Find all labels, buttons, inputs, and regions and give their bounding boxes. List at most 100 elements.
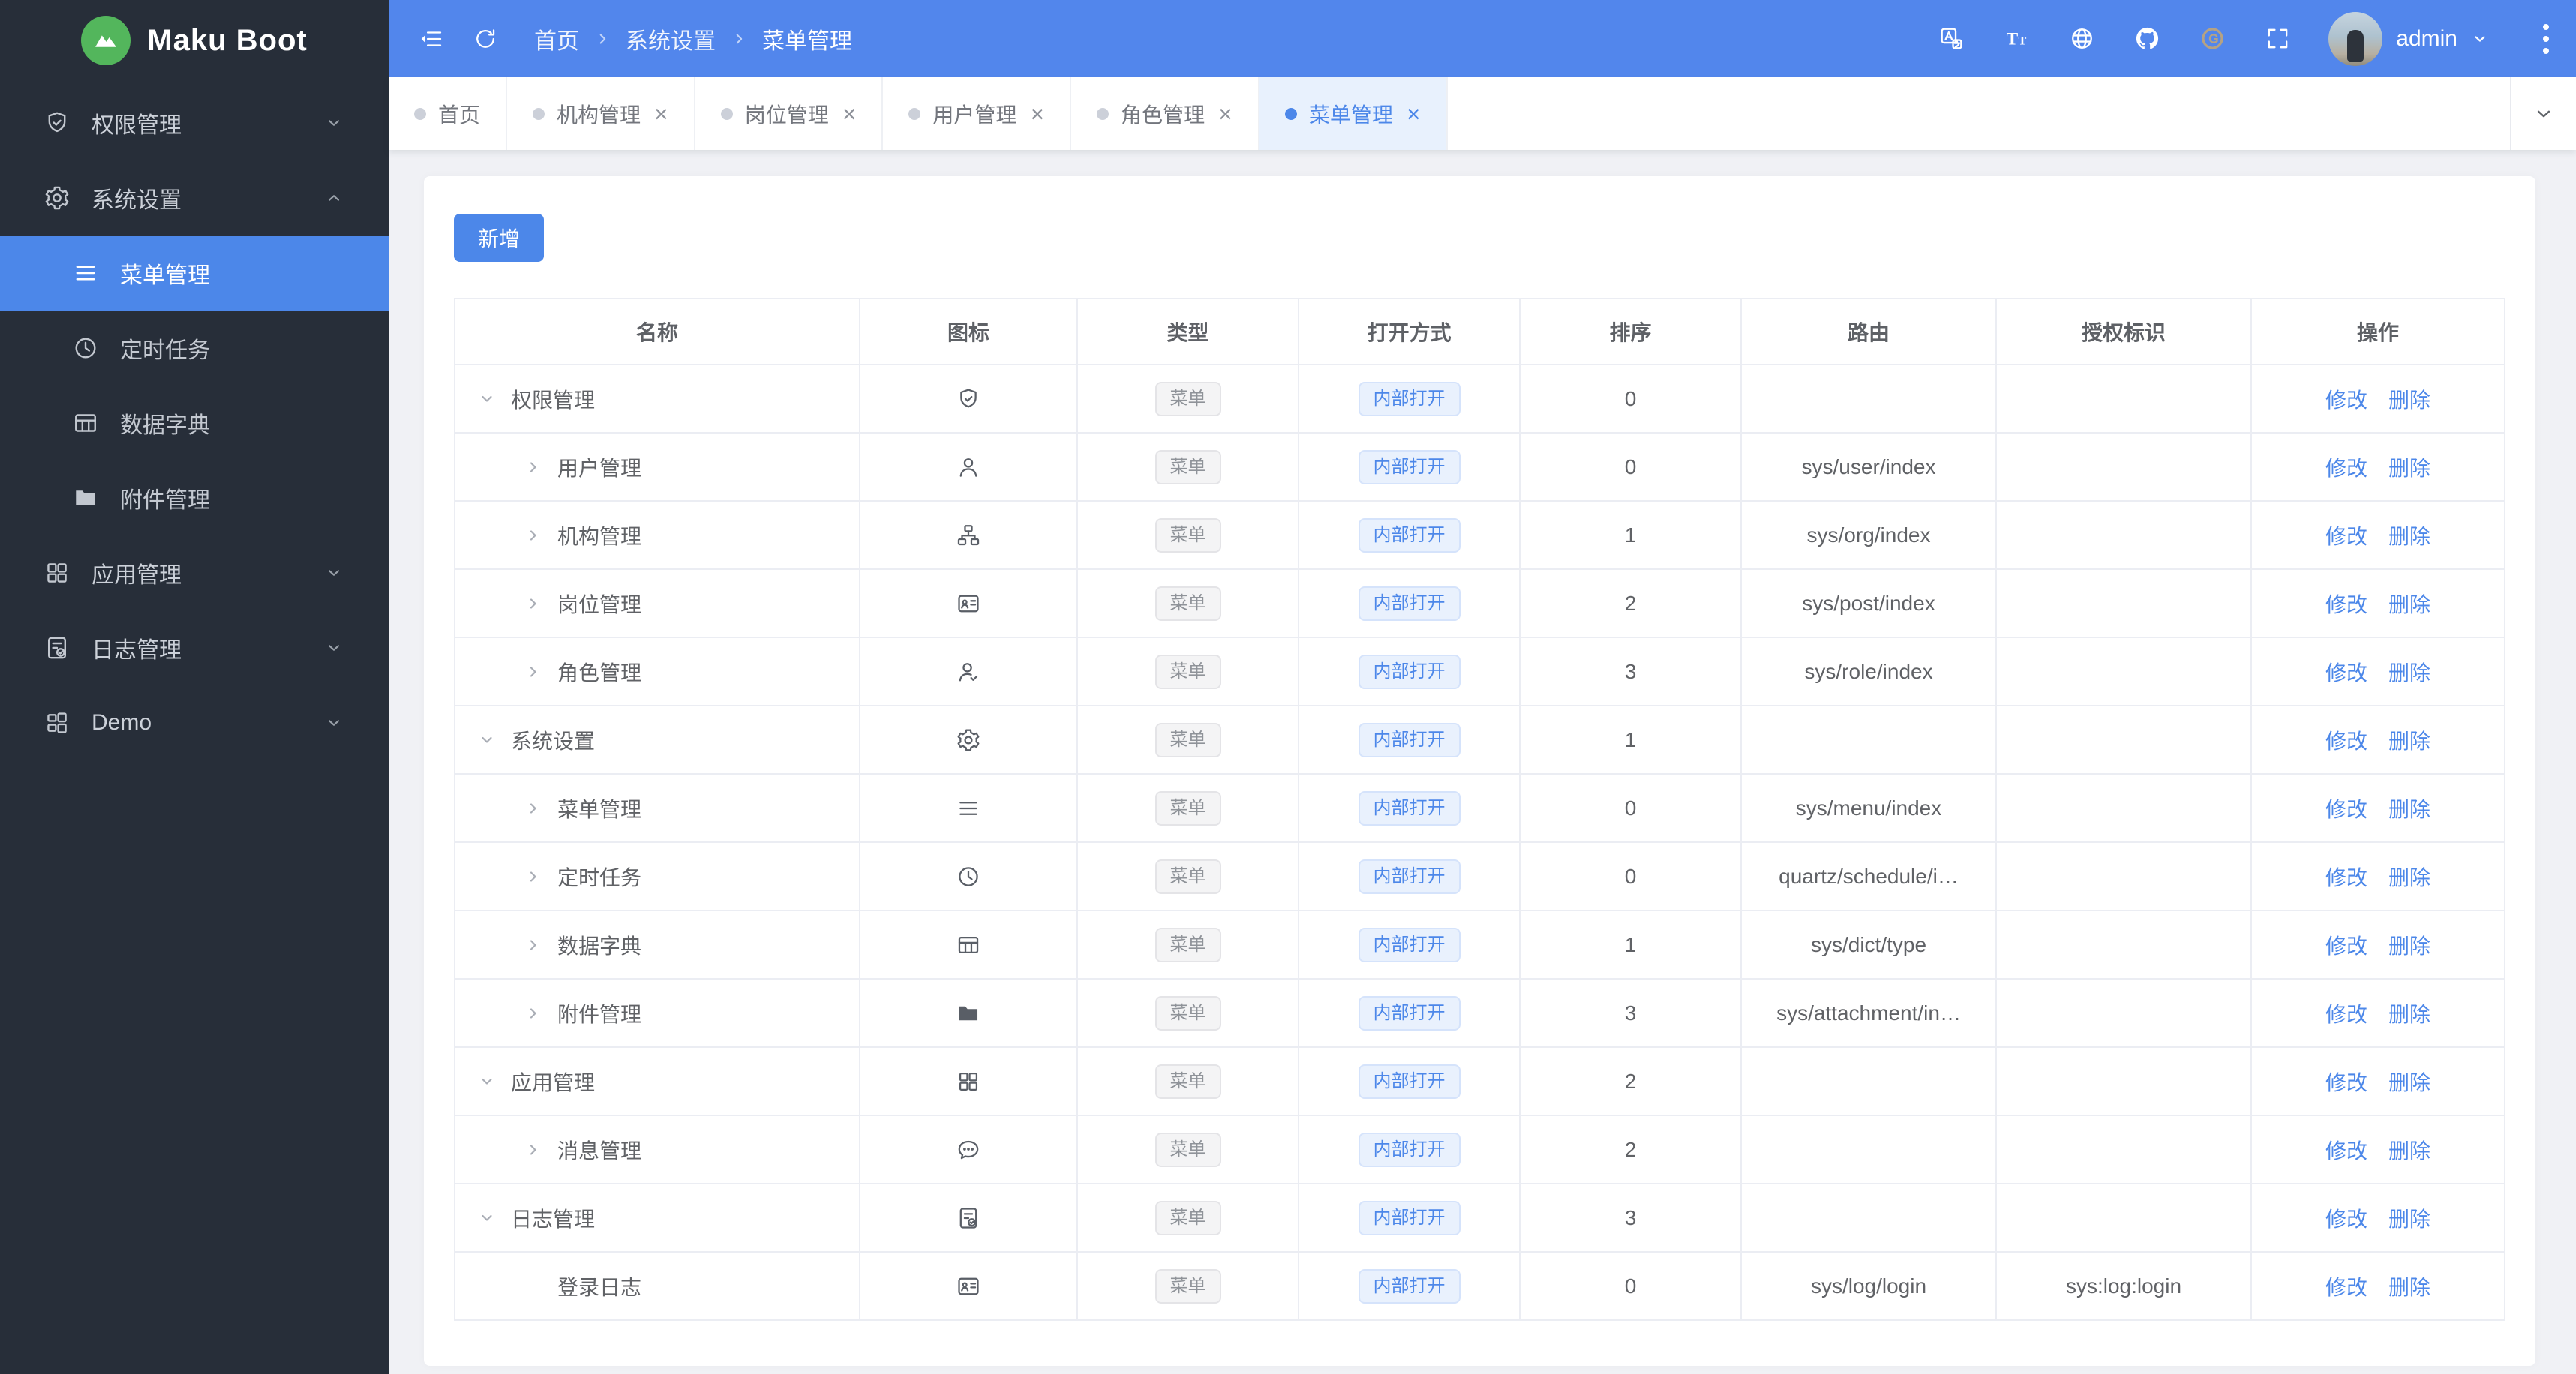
tab-5[interactable]: 菜单管理 × bbox=[1259, 77, 1448, 150]
delete-link[interactable]: 删除 bbox=[2388, 798, 2430, 821]
tab-0[interactable]: 首页 bbox=[389, 77, 508, 150]
delete-link[interactable]: 删除 bbox=[2388, 866, 2430, 890]
route-value: sys/role/index bbox=[1740, 637, 1997, 706]
row-expand-toggle[interactable] bbox=[478, 1072, 511, 1090]
edit-link[interactable]: 修改 bbox=[2325, 866, 2367, 890]
globe-button[interactable] bbox=[2069, 26, 2095, 52]
row-expand-toggle[interactable] bbox=[478, 390, 511, 408]
app-logo: Maku Boot bbox=[0, 0, 389, 81]
edit-link[interactable]: 修改 bbox=[2325, 388, 2367, 412]
edit-link[interactable]: 修改 bbox=[2325, 798, 2367, 821]
tab-3[interactable]: 用户管理 × bbox=[883, 77, 1072, 150]
row-expand-toggle[interactable] bbox=[478, 1209, 511, 1227]
edit-link[interactable]: 修改 bbox=[2325, 593, 2367, 616]
delete-link[interactable]: 删除 bbox=[2388, 1208, 2430, 1231]
edit-link[interactable]: 修改 bbox=[2325, 1208, 2367, 1231]
menu-name: 数据字典 bbox=[557, 934, 642, 958]
tab-list-dropdown-button[interactable] bbox=[2510, 77, 2576, 150]
edit-link[interactable]: 修改 bbox=[2325, 1003, 2367, 1026]
tab-close-icon[interactable]: × bbox=[842, 102, 857, 126]
open-mode-tag: 内部打开 bbox=[1358, 790, 1461, 826]
row-expand-toggle[interactable] bbox=[524, 663, 557, 681]
sidebar-item-3[interactable]: 日志管理 bbox=[0, 610, 389, 686]
font-size-button[interactable]: TT bbox=[2004, 26, 2030, 52]
more-menu-button[interactable] bbox=[2538, 20, 2553, 58]
sidebar-item-1[interactable]: 系统设置 bbox=[0, 160, 389, 236]
sort-value: 0 bbox=[1519, 432, 1742, 502]
delete-link[interactable]: 删除 bbox=[2388, 662, 2430, 685]
delete-link[interactable]: 删除 bbox=[2388, 1139, 2430, 1162]
delete-link[interactable]: 删除 bbox=[2388, 1003, 2430, 1026]
chevron-down-icon bbox=[328, 120, 340, 126]
user-menu[interactable]: admin bbox=[2328, 11, 2489, 66]
translate-button[interactable] bbox=[1938, 26, 1965, 52]
edit-link[interactable]: 修改 bbox=[2325, 730, 2367, 753]
refresh-button[interactable] bbox=[473, 26, 498, 52]
edit-link[interactable]: 修改 bbox=[2325, 1276, 2367, 1299]
open-mode-tag: 内部打开 bbox=[1358, 722, 1461, 758]
app-grid-icon bbox=[47, 563, 67, 583]
edit-link[interactable]: 修改 bbox=[2325, 1139, 2367, 1162]
caret-right-icon bbox=[530, 1144, 536, 1155]
tab-label: 首页 bbox=[438, 103, 481, 127]
font-size-icon: TT bbox=[2007, 30, 2027, 50]
sidebar-subitem-1-0[interactable]: 菜单管理 bbox=[0, 236, 389, 310]
gitee-button[interactable]: G bbox=[2199, 26, 2226, 52]
add-button[interactable]: 新增 bbox=[454, 214, 545, 262]
demo-grid-icon bbox=[47, 712, 67, 734]
edit-link[interactable]: 修改 bbox=[2325, 934, 2367, 958]
row-expand-toggle[interactable] bbox=[524, 526, 557, 544]
collapse-sidebar-button[interactable] bbox=[419, 26, 444, 52]
delete-link[interactable]: 删除 bbox=[2388, 730, 2430, 753]
sidebar-item-4[interactable]: Demo bbox=[0, 686, 389, 760]
fullscreen-button[interactable] bbox=[2265, 26, 2291, 52]
type-tag: 菜单 bbox=[1154, 1132, 1221, 1167]
edit-link[interactable]: 修改 bbox=[2325, 662, 2367, 685]
sidebar-subitem-1-1[interactable]: 定时任务 bbox=[0, 310, 389, 386]
delete-link[interactable]: 删除 bbox=[2388, 1276, 2430, 1299]
menu-name: 应用管理 bbox=[511, 1070, 596, 1094]
tab-close-icon[interactable]: × bbox=[1218, 102, 1232, 126]
row-expand-toggle[interactable] bbox=[524, 800, 557, 818]
tab-label: 用户管理 bbox=[932, 103, 1017, 127]
delete-link[interactable]: 删除 bbox=[2388, 1071, 2430, 1094]
breadcrumb-item[interactable]: 首页 bbox=[534, 22, 579, 56]
tab-4[interactable]: 角色管理 × bbox=[1071, 77, 1259, 150]
row-expand-toggle[interactable] bbox=[524, 936, 557, 954]
github-button[interactable] bbox=[2134, 26, 2160, 52]
breadcrumb-item[interactable]: 菜单管理 bbox=[762, 22, 852, 56]
open-mode-tag: 内部打开 bbox=[1358, 1132, 1461, 1167]
delete-link[interactable]: 删除 bbox=[2388, 388, 2430, 412]
table-row: 系统设置 菜单 内部打开 1 修改 删除 bbox=[454, 705, 2505, 775]
row-expand-toggle[interactable] bbox=[524, 595, 557, 613]
delete-link[interactable]: 删除 bbox=[2388, 934, 2430, 958]
tab-2[interactable]: 岗位管理 × bbox=[695, 77, 884, 150]
edit-link[interactable]: 修改 bbox=[2325, 525, 2367, 548]
row-expand-toggle[interactable] bbox=[524, 1141, 557, 1159]
type-tag: 菜单 bbox=[1154, 859, 1221, 894]
tab-1[interactable]: 机构管理 × bbox=[507, 77, 695, 150]
menu-lines-icon bbox=[76, 266, 95, 280]
tab-close-icon[interactable]: × bbox=[1407, 102, 1421, 126]
sidebar-subitem-1-3[interactable]: 附件管理 bbox=[0, 460, 389, 536]
breadcrumb-item[interactable]: 系统设置 bbox=[626, 22, 716, 56]
tab-close-icon[interactable]: × bbox=[654, 102, 668, 126]
edit-link[interactable]: 修改 bbox=[2325, 457, 2367, 480]
open-mode-tag: 内部打开 bbox=[1358, 1268, 1461, 1304]
delete-link[interactable]: 删除 bbox=[2388, 593, 2430, 616]
type-tag: 菜单 bbox=[1154, 654, 1221, 689]
table-header-row: 名称 图标 类型 打开方式 排序 路由 授权标识 操作 bbox=[454, 298, 2505, 365]
delete-link[interactable]: 删除 bbox=[2388, 457, 2430, 480]
delete-link[interactable]: 删除 bbox=[2388, 525, 2430, 548]
edit-link[interactable]: 修改 bbox=[2325, 1071, 2367, 1094]
row-expand-toggle[interactable] bbox=[524, 868, 557, 886]
row-expand-toggle[interactable] bbox=[478, 731, 511, 749]
tab-close-icon[interactable]: × bbox=[1030, 102, 1044, 126]
sidebar-item-2[interactable]: 应用管理 bbox=[0, 536, 389, 610]
sidebar-subitem-1-2[interactable]: 数据字典 bbox=[0, 386, 389, 460]
perm-value bbox=[1995, 500, 2252, 570]
row-expand-toggle[interactable] bbox=[524, 1004, 557, 1022]
dict-table-icon bbox=[958, 936, 979, 953]
row-expand-toggle[interactable] bbox=[524, 458, 557, 476]
sidebar-item-0[interactable]: 权限管理 bbox=[0, 86, 389, 160]
